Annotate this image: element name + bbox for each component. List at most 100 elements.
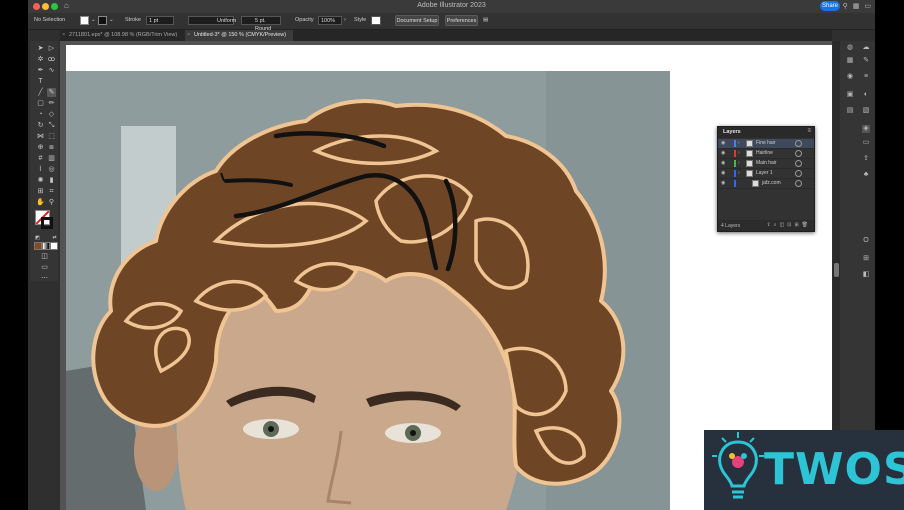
properties-icon[interactable]: ◍ <box>846 44 854 52</box>
style-swatch[interactable] <box>371 16 381 25</box>
magic-wand-icon[interactable]: ✲ <box>36 55 45 64</box>
scrollbar-thumb[interactable] <box>834 263 839 277</box>
tab-2711801[interactable]: × 2711801.eps* @ 108.98 % (RGB/Trim View… <box>60 30 184 41</box>
chevron-right-icon[interactable]: › <box>738 160 740 166</box>
libraries-icon[interactable]: ☁ <box>862 44 870 52</box>
placed-photo-with-hair-artwork[interactable] <box>66 71 670 510</box>
fill-swatch[interactable] <box>80 16 89 25</box>
color-mode-none[interactable] <box>50 242 58 250</box>
delete-layer-icon[interactable]: 🗑 <box>802 222 811 228</box>
stroke-swatch[interactable] <box>98 16 107 25</box>
brushes-icon[interactable]: ✎ <box>862 57 870 65</box>
screen-mode-icon[interactable]: ▭ <box>40 263 49 272</box>
blend-tool-icon[interactable]: ◎ <box>47 165 56 174</box>
chevron-down-icon[interactable]: ⌄ <box>109 17 114 23</box>
pencil-tool-icon[interactable]: ✏ <box>47 99 56 108</box>
visibility-eye-icon[interactable]: ◉ <box>721 180 725 186</box>
arrange-icon[interactable]: ▤ <box>483 17 488 23</box>
layer-row[interactable]: ◉ › Hairline <box>718 149 814 159</box>
pathfinder-icon[interactable]: ◧ <box>862 271 870 279</box>
align-icon[interactable]: ⊞ <box>862 255 870 263</box>
scale-tool-icon[interactable]: ⤡ <box>47 121 56 130</box>
layer-row[interactable]: ◉ jafz.com <box>718 179 814 189</box>
new-layer-icon[interactable]: ⊞ <box>794 222 801 228</box>
stroke-panel-icon[interactable]: ≡ <box>862 73 870 81</box>
layer-name[interactable]: Fine hair <box>756 140 775 146</box>
curvature-tool-icon[interactable]: ∿ <box>47 66 56 75</box>
layers-panel-icon[interactable]: ◈ <box>862 125 870 133</box>
export-icon[interactable]: ⇪ <box>766 222 773 228</box>
direct-selection-tool-icon[interactable]: ▷ <box>47 44 56 53</box>
width-tool-icon[interactable]: ⋈ <box>36 132 45 141</box>
document-setup-button[interactable]: Document Setup <box>395 15 439 26</box>
workspace-icon[interactable]: ▭ <box>864 3 871 10</box>
selection-tool-icon[interactable]: ➤ <box>36 44 45 53</box>
arrange-documents-icon[interactable]: ▦ <box>853 3 860 10</box>
free-transform-icon[interactable]: ⬚ <box>47 132 56 141</box>
column-graph-icon[interactable]: ▮ <box>47 176 56 185</box>
type-tool-icon[interactable]: T <box>36 77 45 86</box>
layer-name[interactable]: Main hair <box>756 160 777 166</box>
appearance-icon[interactable]: ▤ <box>846 107 854 115</box>
eraser-tool-icon[interactable]: ◇ <box>47 110 56 119</box>
close-tab-icon[interactable]: × <box>187 30 190 41</box>
artboard-tool-icon[interactable]: ⊞ <box>36 187 45 196</box>
variable-width-profile-select[interactable]: Uniform <box>188 16 236 25</box>
chevron-right-icon[interactable]: › <box>738 140 740 146</box>
rectangle-tool-icon[interactable]: ▢ <box>36 99 45 108</box>
links-icon[interactable]: ♣ <box>862 171 870 179</box>
graphic-styles-icon[interactable]: ▧ <box>862 107 870 115</box>
opacity-field[interactable]: 100% <box>318 16 342 25</box>
layer-target-icon[interactable] <box>795 150 802 157</box>
perspective-grid-icon[interactable]: ⧈ <box>47 143 56 152</box>
color-mode-color[interactable] <box>34 242 42 250</box>
color-icon[interactable]: ◉ <box>846 73 854 81</box>
artboards-panel-icon[interactable]: ▭ <box>862 139 870 147</box>
layer-name[interactable]: jafz.com <box>762 180 781 186</box>
layer-target-icon[interactable] <box>795 160 802 167</box>
visibility-eye-icon[interactable]: ◉ <box>721 150 725 156</box>
transparency-icon[interactable]: ◐ <box>862 91 870 99</box>
gradient-panel-icon[interactable]: ▣ <box>846 91 854 99</box>
mesh-tool-icon[interactable]: # <box>36 154 45 163</box>
layer-row[interactable]: ◉ › Fine hair <box>718 139 814 149</box>
swatches-icon[interactable]: ▦ <box>846 57 854 65</box>
chevron-right-icon[interactable]: › <box>738 170 740 176</box>
visibility-eye-icon[interactable]: ◉ <box>721 160 725 166</box>
layer-row[interactable]: ◉ › Main hair <box>718 159 814 169</box>
stroke-label[interactable]: Stroke <box>125 17 141 23</box>
tab-untitled-3[interactable]: × Untitled-3* @ 150 % (CMYK/Preview) <box>185 30 293 41</box>
brush-definition-select[interactable]: 5 pt. Round <box>241 16 281 32</box>
line-tool-icon[interactable]: ╱ <box>36 88 45 97</box>
layer-name[interactable]: Hairline <box>756 150 773 156</box>
zoom-tool-icon[interactable]: ⚲ <box>47 198 56 207</box>
asset-export-icon[interactable]: ⇪ <box>862 155 870 163</box>
more-tools-icon[interactable]: ⋯ <box>40 274 49 283</box>
layer-row[interactable]: ◉ › Layer 1 <box>718 169 814 179</box>
panel-menu-icon[interactable]: ≡ <box>807 128 811 134</box>
color-mode-gradient[interactable] <box>42 242 50 250</box>
eyedropper-icon[interactable]: ⌇ <box>36 165 45 174</box>
hand-tool-icon[interactable]: ✋ <box>36 198 45 207</box>
lasso-tool-icon[interactable]: ꝏ <box>47 55 56 64</box>
opacity-label[interactable]: Opacity <box>295 17 314 23</box>
rotate-tool-icon[interactable]: ↻ <box>36 121 45 130</box>
search-icon[interactable]: ⚲ <box>843 3 848 10</box>
layer-target-icon[interactable] <box>795 140 802 147</box>
preferences-button[interactable]: Preferences <box>445 15 478 26</box>
shaper-tool-icon[interactable]: ◔ <box>36 110 45 119</box>
gradient-tool-icon[interactable]: ▥ <box>47 154 56 163</box>
paintbrush-tool-icon[interactable]: ✎ <box>47 88 56 97</box>
stroke-weight-field[interactable]: 1 pt <box>146 16 174 25</box>
visibility-eye-icon[interactable]: ◉ <box>721 170 725 176</box>
layer-target-icon[interactable] <box>795 170 802 177</box>
slice-tool-icon[interactable]: ⌗ <box>47 187 56 196</box>
stroke-color-swatch[interactable] <box>41 217 53 229</box>
chevron-right-icon[interactable]: › <box>738 150 740 156</box>
close-tab-icon[interactable]: × <box>62 30 65 41</box>
drawing-mode-icon[interactable]: ◫ <box>40 252 49 261</box>
shape-builder-icon[interactable]: ⊕ <box>36 143 45 152</box>
layer-name[interactable]: Layer 1 <box>756 170 773 176</box>
symbol-sprayer-icon[interactable]: ✺ <box>36 176 45 185</box>
layers-panel-header[interactable]: Layers ≡ <box>718 127 814 138</box>
